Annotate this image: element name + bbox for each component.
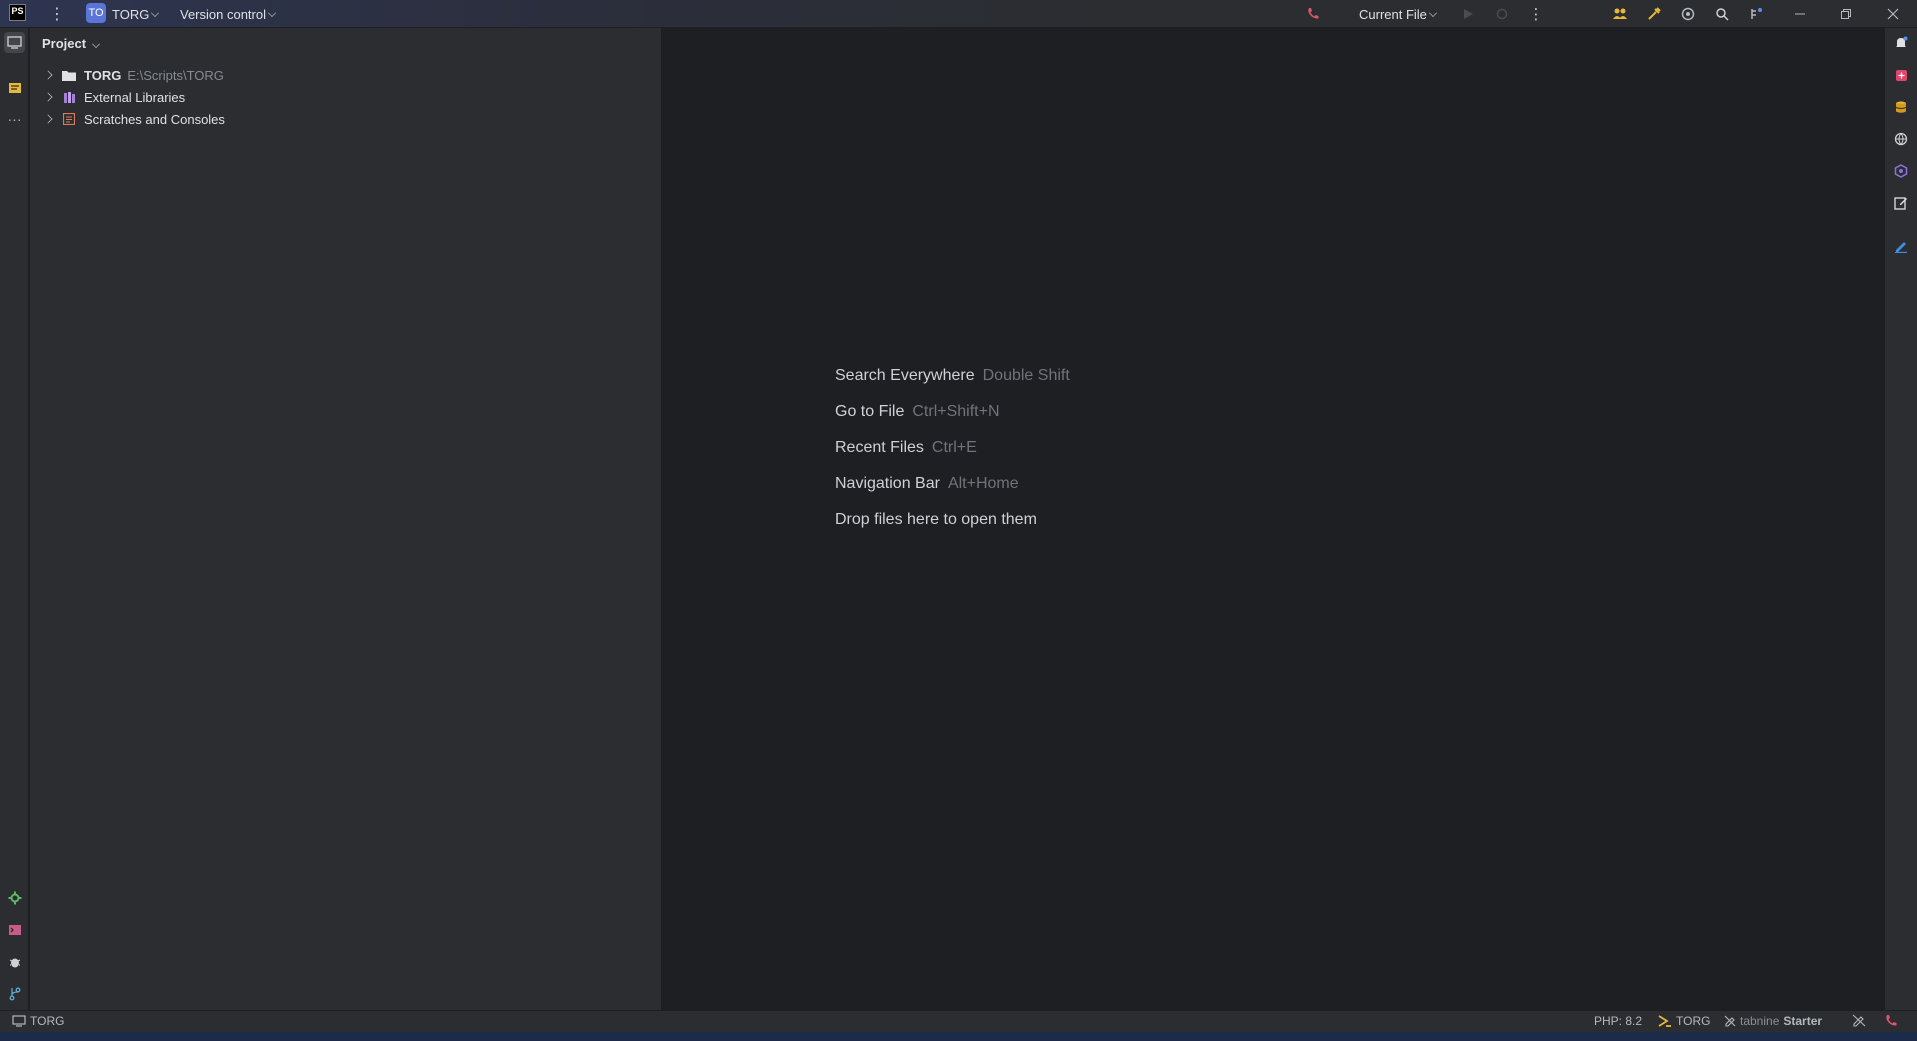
hint-label: Navigation Bar xyxy=(835,475,940,492)
interpreter-icon xyxy=(1658,1015,1671,1027)
build-tools-icon[interactable] xyxy=(1644,4,1664,24)
tree-item-torg[interactable]: TORG E:\Scripts\TORG xyxy=(43,65,224,85)
restore-icon[interactable] xyxy=(1836,4,1856,24)
hint-label: Drop files here to open them xyxy=(835,511,1037,528)
right-tool-window-bar xyxy=(1884,28,1917,1010)
phone-debug-icon[interactable] xyxy=(1303,4,1323,24)
git-branch-icon[interactable] xyxy=(4,983,25,1004)
project-icon xyxy=(12,1015,26,1027)
hint-recent-files: Recent Files Ctrl+E xyxy=(835,439,977,457)
project-tool-window: Project TORG E:\Scripts\TORG External Li… xyxy=(30,28,662,1010)
project-selector[interactable]: TORG xyxy=(112,0,149,28)
debug-icon[interactable] xyxy=(1492,4,1512,24)
more-actions-icon[interactable]: ⋮ xyxy=(1526,4,1546,24)
expand-arrow-icon[interactable] xyxy=(43,114,53,124)
settings-update-icon[interactable] xyxy=(1746,4,1766,24)
close-icon[interactable] xyxy=(1883,4,1903,24)
debug-listen-icon[interactable] xyxy=(1884,1014,1898,1028)
title-bar: PS ⋮ TO TORG Version control Current Fil… xyxy=(0,0,1917,28)
chevron-down-icon xyxy=(1429,9,1437,17)
edit-icon[interactable] xyxy=(1892,194,1910,212)
status-project-label: TORG xyxy=(30,1014,65,1028)
project-badge[interactable]: TO xyxy=(86,3,106,23)
run-configuration-selector[interactable]: Current File xyxy=(1359,0,1427,28)
tabnine-disabled-icon xyxy=(1724,1015,1736,1027)
problems-icon[interactable] xyxy=(4,951,25,972)
expand-arrow-icon[interactable] xyxy=(43,70,53,80)
database-icon[interactable] xyxy=(1892,98,1910,116)
plugin-icon[interactable] xyxy=(1892,66,1910,84)
status-project[interactable]: TORG xyxy=(12,1014,64,1028)
tree-item-path: E:\Scripts\TORG xyxy=(127,67,224,83)
scratches-icon xyxy=(62,113,76,125)
ai-assistant-icon[interactable] xyxy=(1678,4,1698,24)
hint-drop-files: Drop files here to open them xyxy=(835,511,1037,529)
folder-icon xyxy=(62,69,76,81)
version-control-menu[interactable]: Version control xyxy=(180,0,266,28)
editor-area[interactable]: Search Everywhere Double Shift Go to File… xyxy=(663,28,1884,1010)
minimize-icon[interactable] xyxy=(1790,4,1810,24)
expand-arrow-icon[interactable] xyxy=(43,92,53,102)
run-icon[interactable] xyxy=(1458,4,1478,24)
project-tool-icon[interactable] xyxy=(4,32,25,53)
php-interpreter-widget[interactable]: TORG xyxy=(1658,1014,1710,1028)
search-icon[interactable] xyxy=(1712,4,1732,24)
more-tool-windows-icon[interactable]: ··· xyxy=(4,108,25,129)
phpstorm-logo-icon: PS xyxy=(9,4,26,21)
status-bar: TORG PHP: 8.2 TORG tabnine Starter xyxy=(0,1010,1917,1032)
php-version-widget[interactable]: PHP: 8.2 xyxy=(1594,1014,1642,1028)
hint-shortcut: Double Shift xyxy=(982,367,1070,384)
interpreter-label: TORG xyxy=(1676,1014,1711,1028)
tabnine-plan-label: Starter xyxy=(1783,1014,1823,1028)
services-icon[interactable] xyxy=(4,887,25,908)
structure-tool-icon[interactable] xyxy=(4,77,25,98)
hint-go-to-file: Go to File Ctrl+Shift+N xyxy=(835,403,1000,421)
chevron-down-icon xyxy=(151,9,159,17)
hint-shortcut: Ctrl+E xyxy=(931,439,977,456)
hint-search-everywhere: Search Everywhere Double Shift xyxy=(835,367,1070,385)
tree-item-label: TORG xyxy=(84,67,122,83)
hint-label: Go to File xyxy=(835,403,905,420)
remote-host-icon[interactable] xyxy=(1892,130,1910,148)
os-taskbar xyxy=(0,1032,1917,1041)
terminal-icon[interactable] xyxy=(4,919,25,940)
tree-item-external-libraries[interactable]: External Libraries xyxy=(43,87,186,107)
chevron-down-icon xyxy=(92,39,101,48)
code-with-me-icon[interactable] xyxy=(1610,4,1630,24)
project-panel-title: Project xyxy=(42,36,87,51)
chevron-down-icon xyxy=(268,9,276,17)
tree-item-label: External Libraries xyxy=(84,89,186,105)
library-icon xyxy=(62,91,76,103)
project-view-selector[interactable]: Project xyxy=(42,36,101,51)
hint-navigation-bar: Navigation Bar Alt+Home xyxy=(835,475,1019,493)
tree-item-label: Scratches and Consoles xyxy=(84,111,225,127)
tree-item-scratches[interactable]: Scratches and Consoles xyxy=(43,109,225,129)
hint-shortcut: Ctrl+Shift+N xyxy=(912,403,1000,420)
hint-label: Recent Files xyxy=(835,439,924,456)
tabnine-icon[interactable] xyxy=(1892,237,1910,255)
hint-label: Search Everywhere xyxy=(835,367,975,384)
tabnine-status-widget[interactable]: tabnine Starter xyxy=(1724,1014,1822,1028)
left-tool-window-bar: ··· xyxy=(0,28,29,1010)
php-extension-icon[interactable] xyxy=(1892,162,1910,180)
main-menu-button[interactable]: ⋮ xyxy=(49,4,65,24)
inspections-off-icon[interactable] xyxy=(1852,1014,1866,1027)
tabnine-brand-label: tabnine xyxy=(1740,1014,1780,1028)
hint-shortcut: Alt+Home xyxy=(947,475,1019,492)
notifications-icon[interactable] xyxy=(1892,34,1910,52)
